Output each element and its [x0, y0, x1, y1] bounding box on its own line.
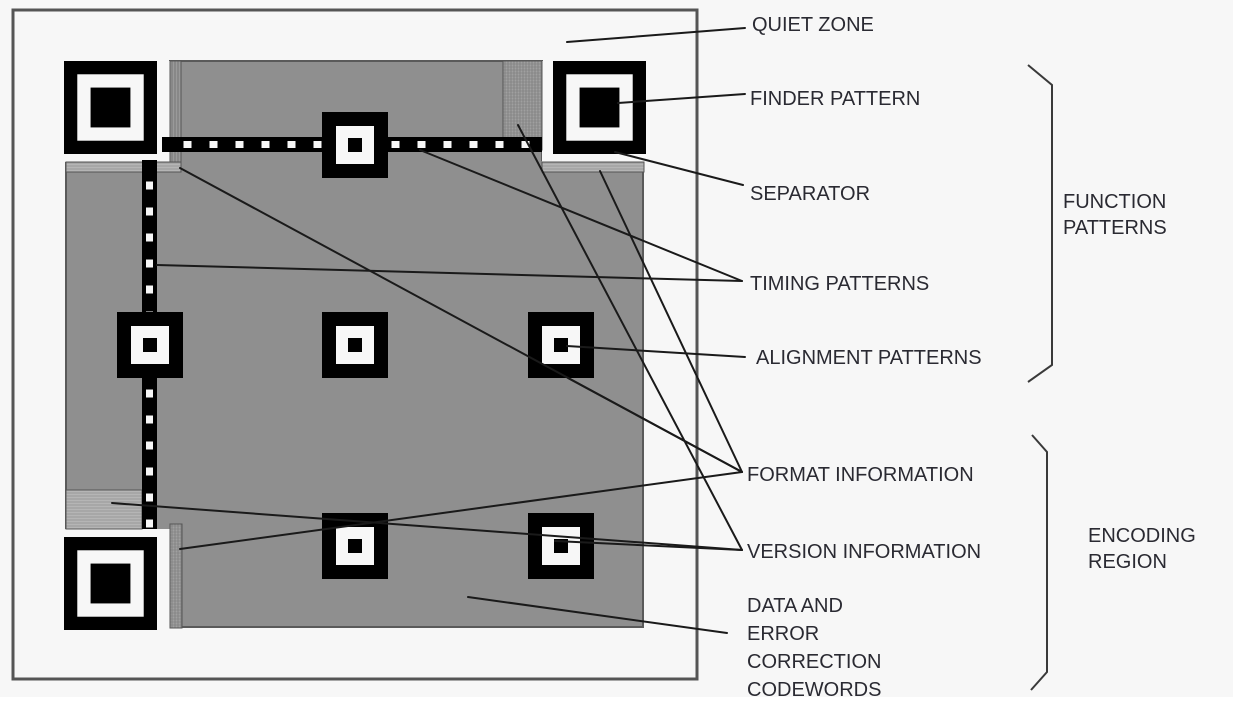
group-label-line: PATTERNS [1063, 217, 1167, 239]
timing-module-light [146, 285, 153, 294]
label-separator: SEPARATOR [750, 183, 870, 205]
timing-module-light [417, 141, 426, 148]
timing-module-light [469, 141, 478, 148]
finder-pattern-top-left [64, 61, 157, 154]
separator-top-right-h [542, 153, 648, 162]
version-info-area-top-right [502, 60, 543, 151]
label-finder-pattern: FINDER PATTERN [750, 88, 920, 110]
bracket-encoding-region [1030, 434, 1048, 691]
label-line: CORRECTION [747, 651, 881, 673]
timing-module-light [287, 141, 296, 148]
finder-pattern-bottom-left [64, 537, 157, 630]
label-timing-patterns: TIMING PATTERNS [750, 273, 929, 295]
group-label-function-patterns: FUNCTION PATTERNS [1063, 191, 1167, 239]
format-info-area-top-right [541, 161, 645, 173]
timing-module-light [146, 259, 153, 268]
timing-module-light [313, 141, 322, 148]
group-label-line: REGION [1088, 551, 1167, 573]
format-info-area-top-left-h [65, 161, 182, 173]
timing-module-light [209, 141, 218, 148]
timing-module-light [146, 493, 153, 502]
alignment-pattern-top-center [322, 112, 388, 178]
bottom-strip [0, 697, 1233, 712]
timing-module-light [443, 141, 452, 148]
format-info-area-top-left-v [169, 60, 182, 172]
alignment-pattern-middle-left [117, 312, 183, 378]
timing-module-light [146, 415, 153, 424]
label-quiet-zone: QUIET ZONE [752, 14, 874, 36]
timing-module-light [146, 467, 153, 476]
alignment-pattern-bottom-right [528, 513, 594, 579]
group-label-line: ENCODING [1088, 525, 1196, 547]
separator-bottom-left-v [157, 529, 170, 629]
bracket-function-patterns [1027, 64, 1053, 383]
label-alignment-patterns: ALIGNMENT PATTERNS [756, 347, 982, 369]
finder-center [90, 87, 131, 128]
alignment-center [554, 338, 568, 352]
alignment-pattern-middle-right [528, 312, 594, 378]
labels: QUIET ZONE FINDER PATTERN SEPARATOR TIMING … [747, 14, 982, 701]
finder-center [579, 87, 620, 128]
label-version-information: VERSION INFORMATION [747, 541, 981, 563]
label-format-information: FORMAT INFORMATION [747, 464, 974, 486]
alignment-center [348, 338, 362, 352]
alignment-center [348, 539, 362, 553]
timing-module-light [146, 233, 153, 242]
timing-module-light [183, 141, 192, 148]
alignment-pattern-middle-center [322, 312, 388, 378]
timing-module-light [146, 389, 153, 398]
timing-module-light [261, 141, 270, 148]
timing-module-light [146, 207, 153, 216]
timing-module-light [146, 519, 153, 528]
group-brackets: FUNCTION PATTERNS ENCODING REGION [1027, 64, 1196, 691]
group-label-encoding-region: ENCODING REGION [1088, 525, 1196, 573]
finder-center [90, 563, 131, 604]
qr-symbol [11, 8, 699, 681]
finder-pattern-top-right [553, 61, 646, 154]
alignment-center [143, 338, 157, 352]
diagram-svg: QUIET ZONE FINDER PATTERN SEPARATOR TIMING … [11, 8, 1196, 701]
separator-bottom-left-h [62, 529, 170, 538]
timing-module-light [146, 181, 153, 190]
label-line: ERROR [747, 623, 819, 645]
alignment-center [348, 138, 362, 152]
label-line: DATA AND [747, 595, 843, 617]
qr-structure-diagram: QUIET ZONE FINDER PATTERN SEPARATOR TIMING … [0, 0, 1233, 712]
format-info-area-bottom-left [169, 523, 183, 629]
timing-module-light [235, 141, 244, 148]
timing-module-light [391, 141, 400, 148]
timing-module-light [146, 441, 153, 450]
timing-module-light [495, 141, 504, 148]
version-info-area-bottom-left [65, 489, 143, 530]
label-data-codewords: DATA AND ERROR CORRECTION CODEWORDS [747, 595, 881, 701]
group-label-line: FUNCTION [1063, 191, 1166, 213]
